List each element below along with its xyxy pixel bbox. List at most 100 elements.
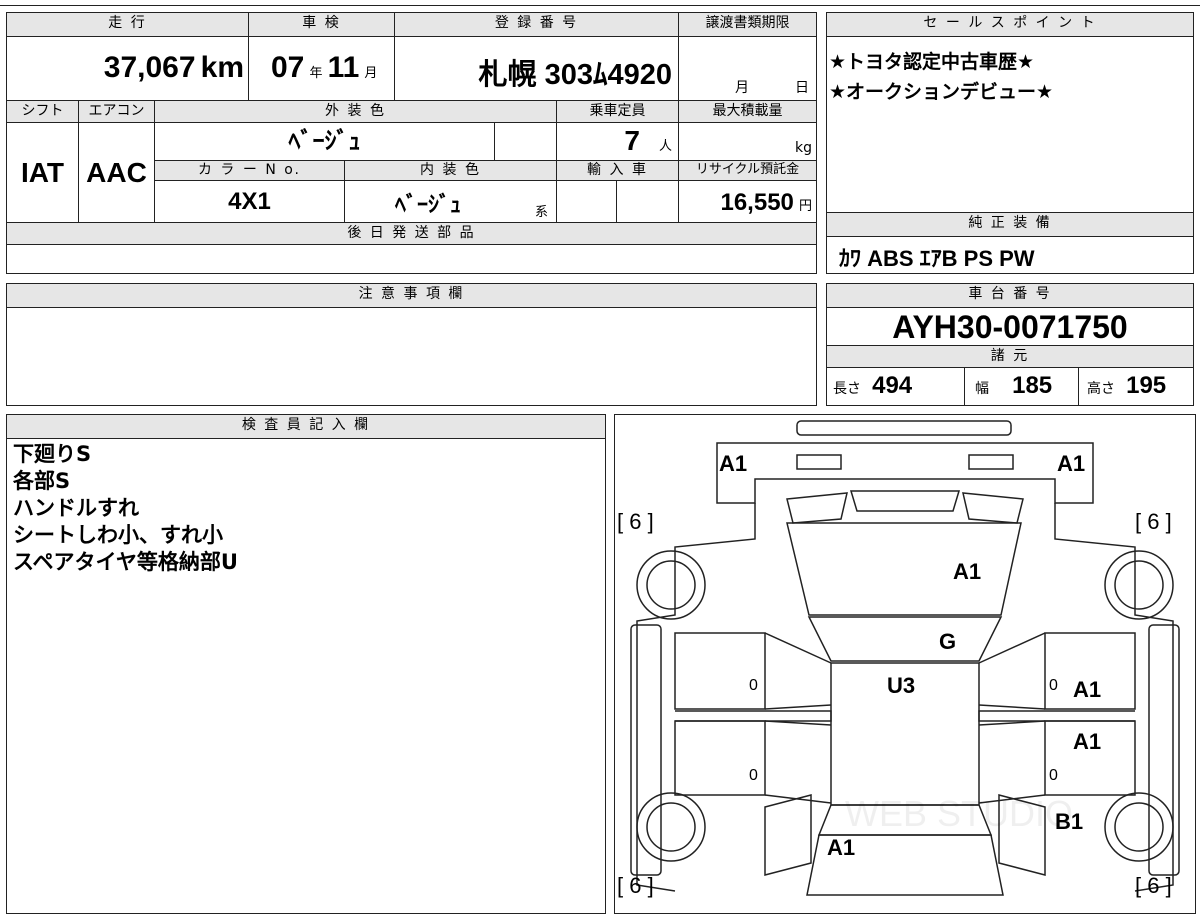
mark-right-rear-door: A1 (1073, 729, 1102, 754)
left-rear-quarter (764, 794, 812, 876)
right-pillar (978, 710, 1135, 722)
max-load-cell: kg (679, 123, 816, 161)
right-side-sill (978, 632, 1046, 804)
inspector-line: スペアタイヤ等格納部U (13, 550, 238, 574)
import-cell-a (557, 181, 617, 223)
color-no-value: 4X1 (155, 181, 345, 223)
exterior-color-extra (495, 123, 557, 161)
car-diagram-box: A1 A1 A1 G U3 A1 A1 B1 A1 [ 6 ] [ 6 ] [ … (614, 414, 1196, 914)
fog-lamp-right (968, 454, 1014, 470)
sales-point-line: ★オークションデビュー★ (829, 81, 1054, 103)
right-side-panel (1148, 624, 1180, 876)
later-parts-value (7, 245, 816, 273)
wheel-rear-right-inner (1114, 802, 1164, 852)
notes-box: 注 意 事 項 欄 (6, 283, 817, 406)
max-load-unit: kg (795, 140, 812, 156)
inspection-header: 車 検 (249, 13, 395, 37)
watermark: WEB STUDIO (845, 793, 1074, 834)
inspection-year: 07 (271, 51, 305, 84)
mileage-unit: km (200, 51, 244, 84)
fog-lamp-left (796, 454, 842, 470)
max-load-header: 最大積載量 (679, 101, 816, 123)
import-cell-b (617, 181, 679, 223)
transfer-deadline-header: 譲渡書類期限 (679, 13, 816, 37)
spec-length: 長さ 494 (827, 368, 965, 405)
equipment-header: 純 正 装 備 (827, 213, 1193, 237)
grille (849, 490, 961, 512)
equipment-box: 純 正 装 備 ｶﾜ ABS ｴｱB PS PW (826, 212, 1194, 274)
sales-point-line: ★トヨタ認定中古車歴★ (829, 51, 1035, 73)
shift-value: IAT (7, 123, 79, 223)
mileage-value: 37,067 (103, 51, 196, 84)
aircon-value: AAC (79, 123, 155, 223)
headlight-left (786, 492, 848, 524)
vehicle-info-grid: 走 行 車 検 登 録 番 号 譲渡書類期限 37,067 km 07 年 11… (6, 12, 817, 274)
mark-right-front-door: A1 (1073, 677, 1102, 702)
mark-hood: A1 (953, 559, 982, 584)
sales-points-list: ★トヨタ認定中古車歴★ ★オークションデビュー★ (829, 47, 1053, 107)
later-parts-header: 後 日 発 送 部 品 (7, 223, 816, 245)
mark-front-right: A1 (1057, 451, 1086, 476)
registration-number: 札幌 303ﾑ4920 (395, 37, 679, 101)
transfer-day-unit: 日 (795, 80, 809, 96)
spec-width-label: 幅 (975, 381, 989, 397)
interior-color-value: ﾍﾞｰｼﾞｭ (395, 192, 462, 217)
specs-header: 諸 元 (827, 346, 1193, 368)
import-header: 輸 入 車 (557, 161, 679, 181)
interior-color-header: 内 装 色 (345, 161, 557, 181)
headlight-right (962, 492, 1024, 524)
spec-length-label: 長さ (833, 381, 861, 397)
transfer-month-unit: 月 (735, 80, 749, 96)
inspector-box: 検 査 員 記 入 欄 下廻りS 各部S ハンドルすれ シートしわ小、すれ小 ス… (6, 414, 606, 914)
left-side-panel (630, 624, 662, 876)
inspection-month-unit: 月 (364, 66, 378, 81)
capacity-header: 乗車定員 (557, 101, 679, 123)
recycle-value: 16,550 (720, 189, 794, 216)
spec-width-value: 185 (1012, 372, 1053, 399)
recycle-unit: 円 (798, 199, 812, 214)
left-front-door (674, 632, 766, 710)
transfer-deadline-cell: 月 日 (679, 37, 816, 101)
mark-left-rear-door-zero: 0 (749, 767, 758, 784)
inspection-year-unit: 年 (309, 66, 323, 81)
chassis-number: AYH30-0071750 (827, 308, 1193, 346)
mark-right-front-door-zero: 0 (1049, 677, 1058, 694)
inspection-month: 11 (327, 51, 360, 84)
mark-left-front-door-zero: 0 (749, 677, 758, 694)
mileage-header: 走 行 (7, 13, 249, 37)
chassis-box: 車 台 番 号 AYH30-0071750 諸 元 長さ 494 幅 185 高… (826, 283, 1194, 406)
inspector-lines: 下廻りS 各部S ハンドルすれ シートしわ小、すれ小 スペアタイヤ等格納部U (13, 441, 238, 576)
equipment-value: ｶﾜ ABS ｴｱB PS PW (839, 246, 1035, 271)
interior-color-suffix: 系 (535, 205, 549, 220)
wheel-front-right-inner (1114, 560, 1164, 610)
exterior-color-value: ﾍﾞｰｼﾞｭ (155, 123, 495, 161)
left-pillar (675, 710, 832, 722)
tire-top-right: [ 6 ] (1135, 509, 1172, 534)
sales-points-header: セ ー ル ス ポ イ ン ト (827, 13, 1193, 37)
tire-bottom-left: [ 6 ] (617, 873, 654, 898)
spec-width: 幅 185 (965, 368, 1079, 405)
chassis-header: 車 台 番 号 (827, 284, 1193, 308)
hood (786, 522, 1022, 616)
inspector-line: ハンドルすれ (13, 496, 139, 520)
tire-bottom-right: [ 6 ] (1135, 873, 1172, 898)
inspector-line: シートしわ小、すれ小 (13, 523, 223, 547)
interior-color-cell: ﾍﾞｰｼﾞｭ 系 (345, 181, 557, 223)
front-bumper (716, 442, 1094, 504)
spec-height-label: 高さ (1087, 381, 1115, 397)
shift-header: シフト (7, 101, 79, 123)
spec-height: 高さ 195 (1079, 368, 1193, 405)
inspector-line: 下廻りS (13, 442, 92, 466)
wheel-rear-left-inner (646, 802, 696, 852)
exterior-color-header: 外 装 色 (155, 101, 557, 123)
notes-header: 注 意 事 項 欄 (7, 284, 816, 308)
registration-header: 登 録 番 号 (395, 13, 679, 37)
spec-length-value: 494 (872, 372, 913, 399)
inspector-header: 検 査 員 記 入 欄 (7, 415, 605, 439)
spec-height-value: 195 (1126, 372, 1167, 399)
capacity-unit: 人 (658, 139, 672, 154)
mark-front-left: A1 (719, 451, 748, 476)
left-side-sill (764, 632, 832, 804)
inspection-cell: 07 年 11 月 (249, 37, 395, 101)
capacity-value: 7 (624, 125, 640, 156)
